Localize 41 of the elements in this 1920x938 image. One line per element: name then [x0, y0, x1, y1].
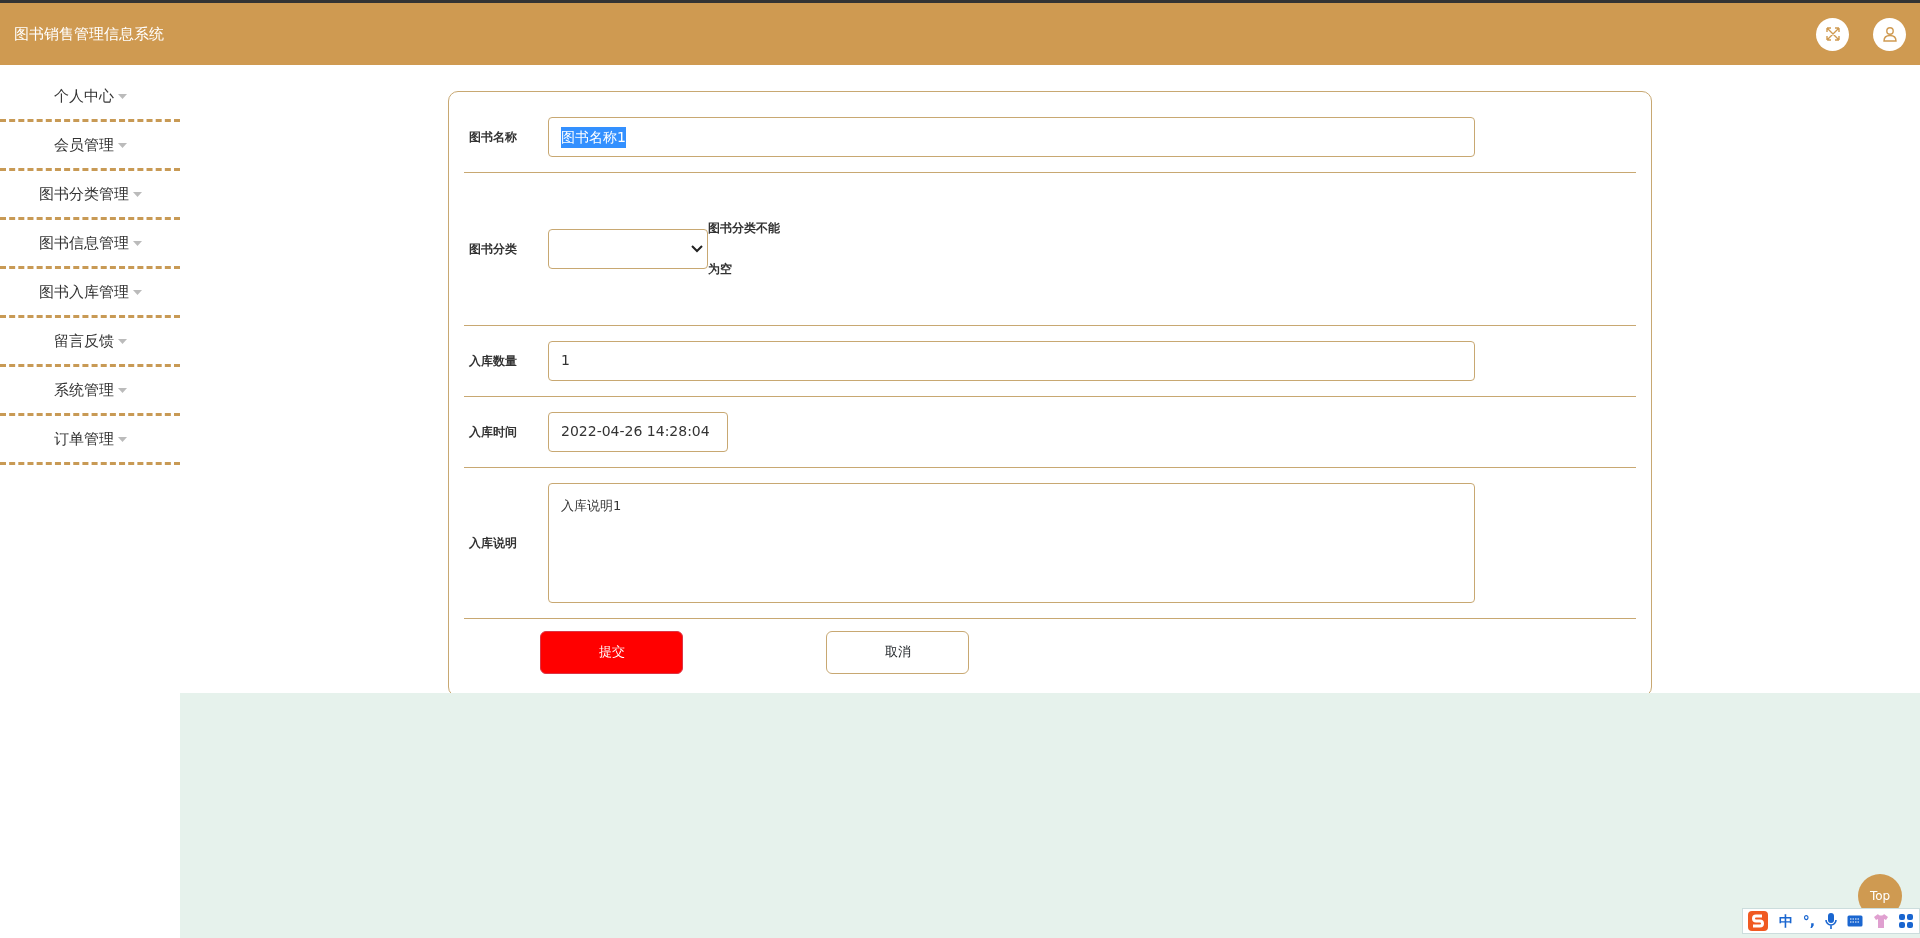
input-mode-toggle[interactable]: 中 — [1778, 910, 1793, 932]
keyboard-icon[interactable] — [1847, 915, 1863, 927]
field-label: 入库时间 — [468, 423, 518, 441]
validation-message: 图书分类不能为空 — [708, 220, 780, 278]
text-input[interactable]: 1 — [548, 340, 1475, 381]
caret-icon — [117, 142, 127, 148]
sidebar-menu-item[interactable]: 图书信息管理 — [38, 231, 129, 255]
field-label: 图书分类 — [468, 240, 518, 258]
fullscreen-icon[interactable] — [1816, 17, 1849, 51]
user-icon[interactable] — [1873, 17, 1906, 51]
caret-icon — [117, 387, 127, 393]
category-select[interactable] — [548, 228, 708, 269]
cancel-button[interactable]: 取消 — [826, 630, 969, 674]
chevron-down-icon — [691, 244, 703, 253]
shirt-icon[interactable] — [1873, 913, 1889, 929]
sidebar-menu-item[interactable]: 个人中心 — [53, 84, 114, 108]
caret-icon — [117, 338, 127, 344]
datetime-input[interactable]: 2022-04-26 14:28:04 — [548, 411, 728, 452]
microphone-icon[interactable] — [1825, 912, 1837, 930]
caret-icon — [117, 93, 127, 99]
field-label: 入库数量 — [468, 352, 518, 370]
sidebar-menu-item[interactable]: 系统管理 — [53, 378, 114, 402]
field-label: 入库说明 — [468, 534, 518, 552]
caret-icon — [132, 240, 142, 246]
submit-button[interactable]: 提交 — [540, 630, 683, 674]
textarea-input[interactable]: 入库说明1 — [548, 482, 1475, 603]
sidebar-menu-item[interactable]: 图书分类管理 — [38, 182, 129, 206]
grid-icon[interactable] — [1899, 914, 1913, 928]
sidebar-menu-item[interactable]: 订单管理 — [53, 427, 114, 451]
field-label: 图书名称 — [468, 129, 518, 146]
sidebar-menu-item[interactable]: 会员管理 — [53, 133, 114, 157]
field-value: 1 — [561, 351, 570, 371]
caret-icon — [132, 289, 142, 295]
sidebar-menu-item[interactable]: 图书入库管理 — [38, 280, 129, 304]
caret-icon — [117, 436, 127, 442]
sidebar-menu-item[interactable]: 留言反馈 — [53, 329, 114, 353]
punctuation-toggle[interactable]: °, — [1802, 910, 1815, 932]
ime-logo-icon[interactable] — [1746, 910, 1769, 932]
app-title: 图书销售管理信息系统 — [14, 23, 164, 45]
caret-icon — [132, 191, 142, 197]
field-value: 图书名称1 — [561, 126, 626, 148]
